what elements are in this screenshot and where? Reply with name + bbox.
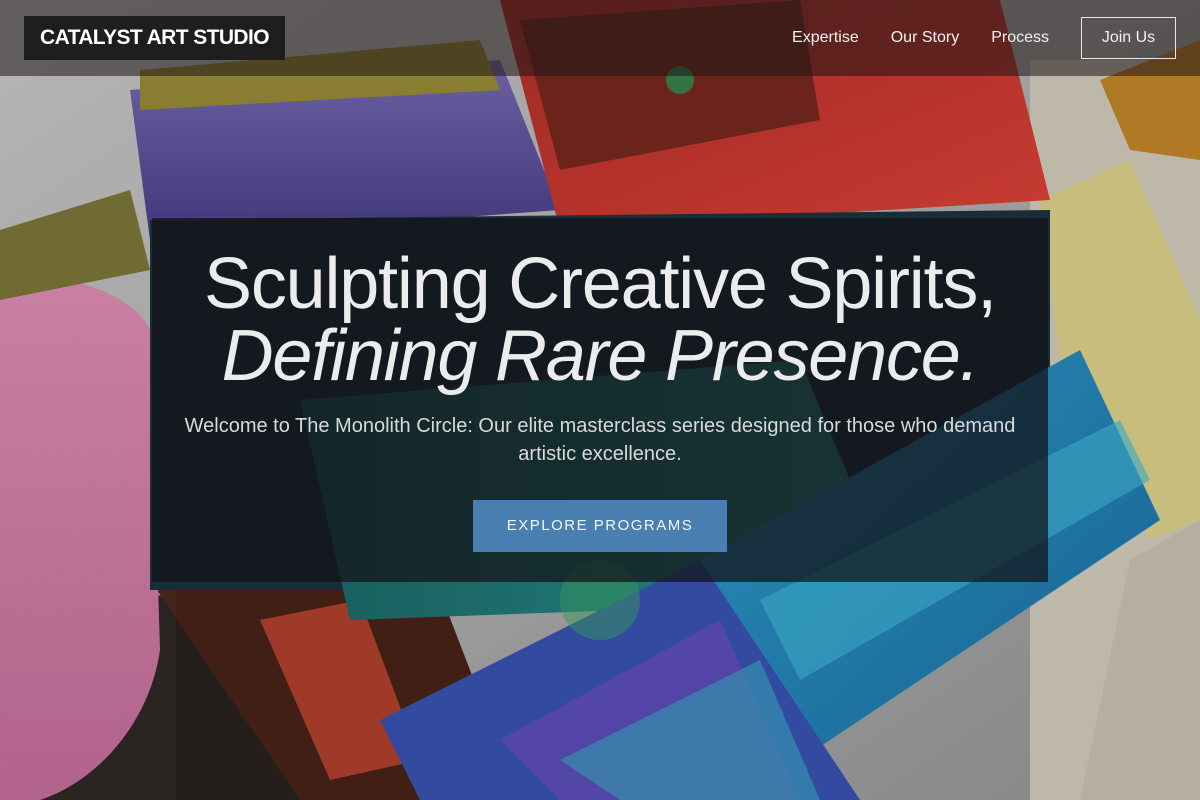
explore-programs-button[interactable]: EXPLORE PROGRAMS: [473, 500, 727, 552]
nav-link-process[interactable]: Process: [991, 29, 1049, 47]
nav-link-our-story[interactable]: Our Story: [891, 29, 959, 47]
join-us-button[interactable]: Join Us: [1081, 17, 1176, 59]
hero-subtitle: Welcome to The Monolith Circle: Our elit…: [184, 415, 1016, 465]
headline-line-1: Sculpting Creative Spirits,: [204, 244, 997, 324]
brand-logo[interactable]: CATALYST ART STUDIO: [24, 16, 285, 60]
nav-links: Expertise Our Story Process Join Us: [760, 17, 1176, 59]
nav-link-expertise[interactable]: Expertise: [792, 29, 859, 47]
headline-line-2: Defining Rare Presence.: [221, 316, 980, 396]
hero-panel: Sculpting Creative Spirits, Defining Rar…: [152, 218, 1048, 582]
top-navbar: CATALYST ART STUDIO Expertise Our Story …: [0, 0, 1200, 76]
hero-headline: Sculpting Creative Spirits, Defining Rar…: [152, 248, 1048, 392]
hero-section: CATALYST ART STUDIO Expertise Our Story …: [0, 0, 1200, 800]
